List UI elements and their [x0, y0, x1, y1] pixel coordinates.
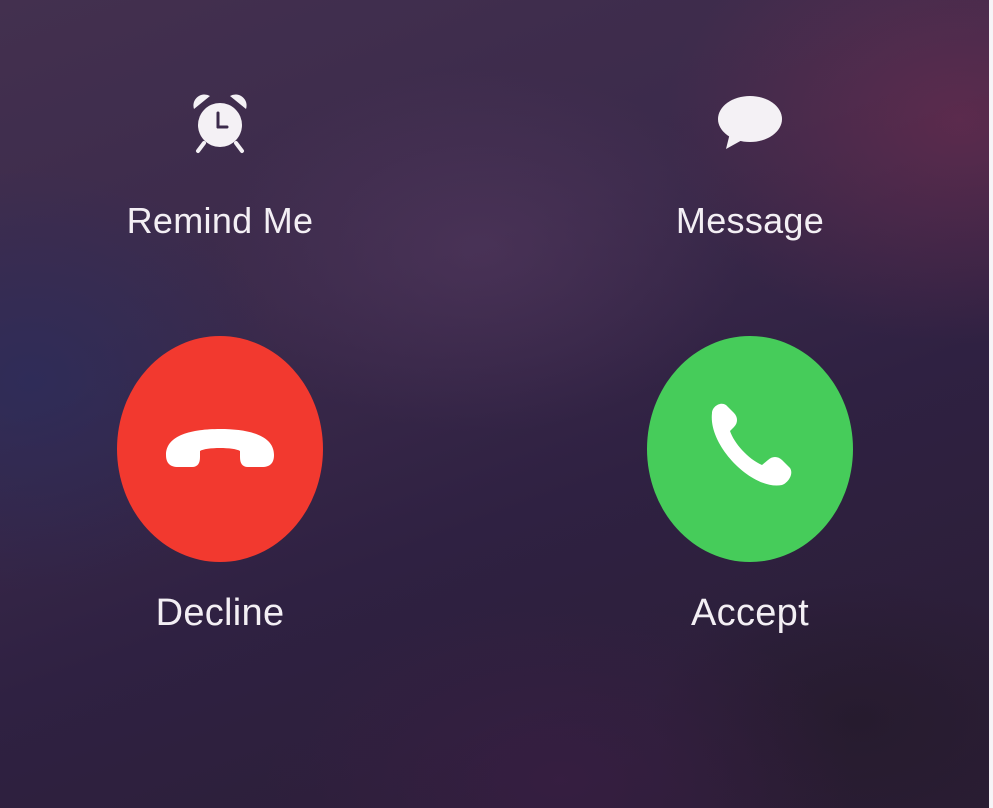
- alarm-clock-icon: [185, 88, 255, 158]
- incoming-call-screen: Remind Me Message Decline Accept: [0, 0, 993, 808]
- decline-circle[interactable]: [117, 336, 323, 562]
- right-edge-border: [989, 0, 993, 808]
- accept-label: Accept: [691, 592, 809, 634]
- decline-label: Decline: [155, 592, 285, 634]
- message-label: Message: [675, 200, 825, 241]
- accept-button[interactable]: Accept: [630, 336, 870, 635]
- phone-hangup-icon: [162, 425, 278, 474]
- message-button[interactable]: Message: [630, 88, 870, 242]
- phone-icon: [702, 399, 798, 500]
- accept-circle[interactable]: [647, 336, 853, 562]
- speech-bubble-icon: [715, 88, 785, 158]
- decline-button[interactable]: Decline: [100, 336, 340, 635]
- remind-me-button[interactable]: Remind Me: [100, 88, 340, 242]
- remind-me-label: Remind Me: [126, 200, 314, 241]
